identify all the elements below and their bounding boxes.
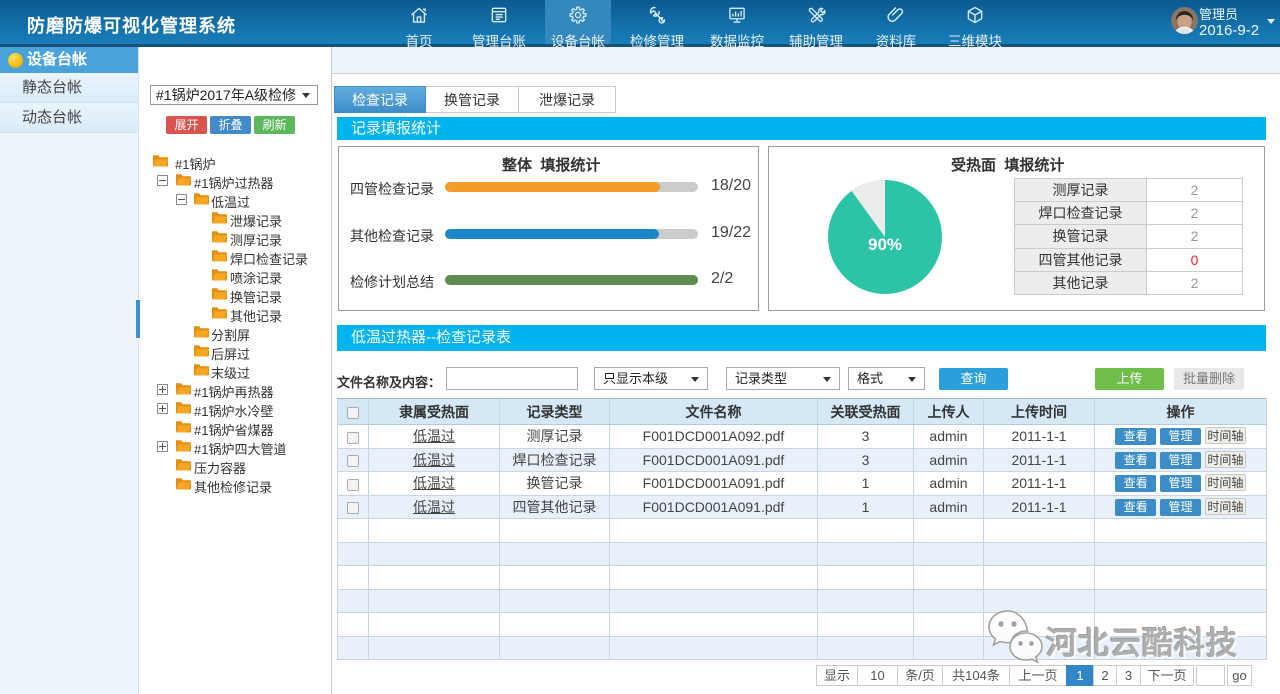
svg-text:90%: 90% bbox=[868, 235, 902, 254]
